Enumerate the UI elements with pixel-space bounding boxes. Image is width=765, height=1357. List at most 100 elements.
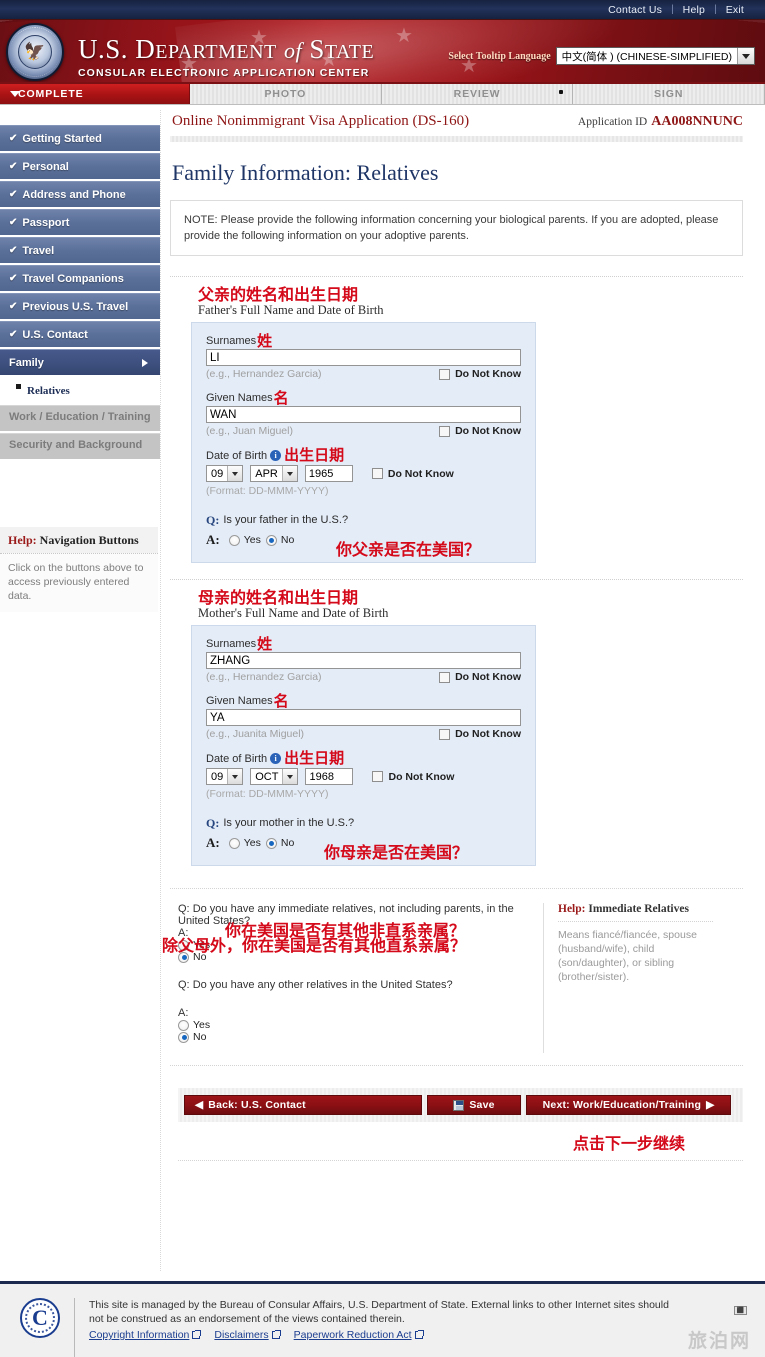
info-icon[interactable]: i — [270, 450, 282, 461]
question-marker: Q: — [206, 513, 220, 527]
save-button[interactable]: Save — [427, 1095, 521, 1115]
checkbox-icon[interactable] — [372, 771, 384, 782]
sidebar-item-passport[interactable]: ✔ Passport — [0, 209, 160, 235]
footer-content: This site is managed by the Bureau of Co… — [89, 1298, 679, 1341]
father-given-names-do-not-know[interactable]: Do Not Know — [439, 425, 521, 437]
father-dob-format-hint: (Format: DD-MMM-YYYY) — [206, 485, 329, 497]
father-answer-no[interactable]: No — [265, 534, 294, 546]
answer-marker: A: — [178, 1007, 189, 1019]
mother-section: 母亲的姓名和出生日期 Mother's Full Name and Date o… — [170, 579, 743, 866]
tab-sign[interactable]: SIGN — [573, 84, 765, 104]
checkbox-icon[interactable] — [439, 425, 451, 437]
help-immediate-relatives-panel: Help: Immediate Relatives Means fiancé/f… — [543, 903, 713, 1053]
sidebar-item-travel[interactable]: ✔ Travel — [0, 237, 160, 263]
mother-dob-month-select[interactable]: OCT — [250, 768, 299, 785]
chevron-down-icon[interactable] — [282, 769, 298, 784]
section-divider — [170, 276, 743, 277]
do-not-know-label: Do Not Know — [455, 728, 521, 740]
sidebar-item-personal[interactable]: ✔ Personal — [0, 153, 160, 179]
tab-photo[interactable]: PHOTO — [190, 84, 382, 104]
father-answer-yes[interactable]: Yes — [228, 534, 261, 546]
tab-review[interactable]: REVIEW — [381, 84, 574, 104]
info-icon[interactable]: i — [270, 753, 282, 764]
father-dob-day-select[interactable]: 09 — [206, 465, 244, 482]
mother-surnames-do-not-know[interactable]: Do Not Know — [439, 671, 521, 683]
sidebar-subitem-label: Relatives — [27, 385, 70, 397]
sidebar-item-family[interactable]: Family — [0, 349, 160, 375]
exit-link[interactable]: Exit — [717, 4, 753, 16]
footer-badge-icon: ⬛ — [733, 1306, 747, 1315]
sidebar-item-getting-started[interactable]: ✔ Getting Started — [0, 125, 160, 151]
mother-given-names-input[interactable] — [206, 709, 521, 726]
sidebar-item-address-and-phone[interactable]: ✔ Address and Phone — [0, 181, 160, 207]
mother-question-chinese-annotation: 你母亲是否在美国？ — [324, 843, 469, 862]
checkbox-icon[interactable] — [371, 468, 383, 479]
chevron-down-icon[interactable] — [227, 466, 243, 481]
mother-given-names-do-not-know[interactable]: Do Not Know — [439, 728, 521, 740]
sidebar-item-travel-companions[interactable]: ✔ Travel Companions — [0, 265, 160, 291]
paperwork-reduction-act-link[interactable]: Paperwork Reduction Act — [294, 1329, 424, 1341]
tab-complete[interactable]: COMPLETE — [0, 84, 190, 104]
brand-title: U.S. DEPARTMENT of STATE — [78, 36, 374, 63]
tooltip-language-control[interactable]: Select Tooltip Language 中文(简体 ) (CHINESE… — [448, 47, 755, 65]
help-link[interactable]: Help — [674, 4, 714, 16]
radio-label-yes: Yes — [193, 1019, 211, 1031]
sidebar-item-label: Work / Education / Training — [9, 411, 151, 423]
mother-dob-day-select[interactable]: 09 — [206, 768, 244, 785]
father-given-names-input[interactable] — [206, 406, 521, 423]
chevron-down-icon[interactable] — [737, 48, 754, 64]
consular-affairs-seal-icon: C — [20, 1298, 60, 1338]
other-relatives-answer-no[interactable]: No — [178, 1031, 535, 1043]
checkbox-icon[interactable] — [439, 368, 451, 380]
tooltip-language-select[interactable]: 中文(简体 ) (CHINESE-SIMPLIFIED) — [555, 47, 755, 65]
contact-us-link[interactable]: Contact Us — [599, 4, 671, 16]
father-surnames-do-not-know[interactable]: Do Not Know — [439, 368, 521, 380]
other-relatives-answer-yes[interactable]: Yes — [178, 1019, 535, 1031]
father-surnames-input[interactable] — [206, 349, 521, 366]
radio-icon[interactable] — [228, 534, 240, 546]
back-button[interactable]: ◀ Back: U.S. Contact — [184, 1095, 422, 1115]
mother-surnames-input[interactable] — [206, 652, 521, 669]
copyright-information-link[interactable]: Copyright Information — [89, 1329, 202, 1341]
radio-icon[interactable] — [228, 837, 240, 849]
father-surnames-hint-row: (e.g., Hernandez Garcia) Do Not Know — [206, 368, 521, 380]
mother-dob-label: Date of Birth — [206, 752, 268, 765]
father-dob-do-not-know[interactable]: Do Not Know — [371, 468, 454, 480]
bottom-questions-divider — [170, 1065, 743, 1066]
father-given-names-label: Given Names — [206, 392, 273, 404]
father-heading-english: Father's Full Name and Date of Birth — [198, 303, 384, 317]
mother-answer-yes[interactable]: Yes — [228, 837, 261, 849]
copyright-information-label: Copyright Information — [89, 1329, 190, 1341]
chevron-down-icon[interactable] — [227, 769, 243, 784]
radio-icon-selected[interactable] — [178, 1031, 189, 1043]
mother-form-panel: Surnames 姓 (e.g., Hernandez Garcia) Do N… — [191, 625, 536, 866]
next-button[interactable]: Next: Work/Education/Training ▶ — [526, 1095, 731, 1115]
mother-answer-no[interactable]: No — [265, 837, 294, 849]
save-button-label: Save — [469, 1099, 495, 1111]
checkbox-icon[interactable] — [439, 728, 451, 740]
mother-dob-do-not-know[interactable]: Do Not Know — [372, 771, 454, 783]
sidebar-item-security-and-background: Security and Background — [0, 433, 160, 459]
do-not-know-label: Do Not Know — [455, 425, 521, 437]
radio-icon[interactable] — [178, 1019, 189, 1031]
sidebar-item-us-contact[interactable]: ✔ U.S. Contact — [0, 321, 160, 347]
external-link-icon — [192, 1330, 202, 1339]
father-dob-year-input[interactable] — [304, 465, 353, 482]
help-title-text: Immediate Relatives — [585, 903, 689, 915]
radio-icon-selected[interactable] — [265, 534, 277, 546]
disclaimers-link[interactable]: Disclaimers — [214, 1329, 281, 1341]
footer-text: This site is managed by the Bureau of Co… — [89, 1299, 669, 1325]
father-section: 父亲的姓名和出生日期 Father's Full Name and Date o… — [170, 276, 743, 563]
sidebar-item-previous-us-travel[interactable]: ✔ Previous U.S. Travel — [0, 293, 160, 319]
sidebar-item-label: Address and Phone — [22, 188, 126, 201]
mother-surnames-field: Surnames 姓 (e.g., Hernandez Garcia) Do N… — [206, 637, 521, 683]
checkbox-icon[interactable] — [439, 671, 451, 683]
other-relatives-answer-row: A: Yes No — [178, 1007, 535, 1043]
sidebar-subitem-relatives[interactable]: Relatives — [0, 377, 160, 405]
father-dob-month-select[interactable]: APR — [250, 465, 298, 482]
father-dob-label-row: Date of Birth i 出生日期 — [206, 448, 521, 463]
mother-dob-year-input[interactable] — [305, 768, 354, 785]
progress-tabs: COMPLETE PHOTO REVIEW SIGN — [0, 84, 765, 105]
radio-icon-selected[interactable] — [265, 837, 277, 849]
chevron-down-icon[interactable] — [281, 466, 297, 481]
